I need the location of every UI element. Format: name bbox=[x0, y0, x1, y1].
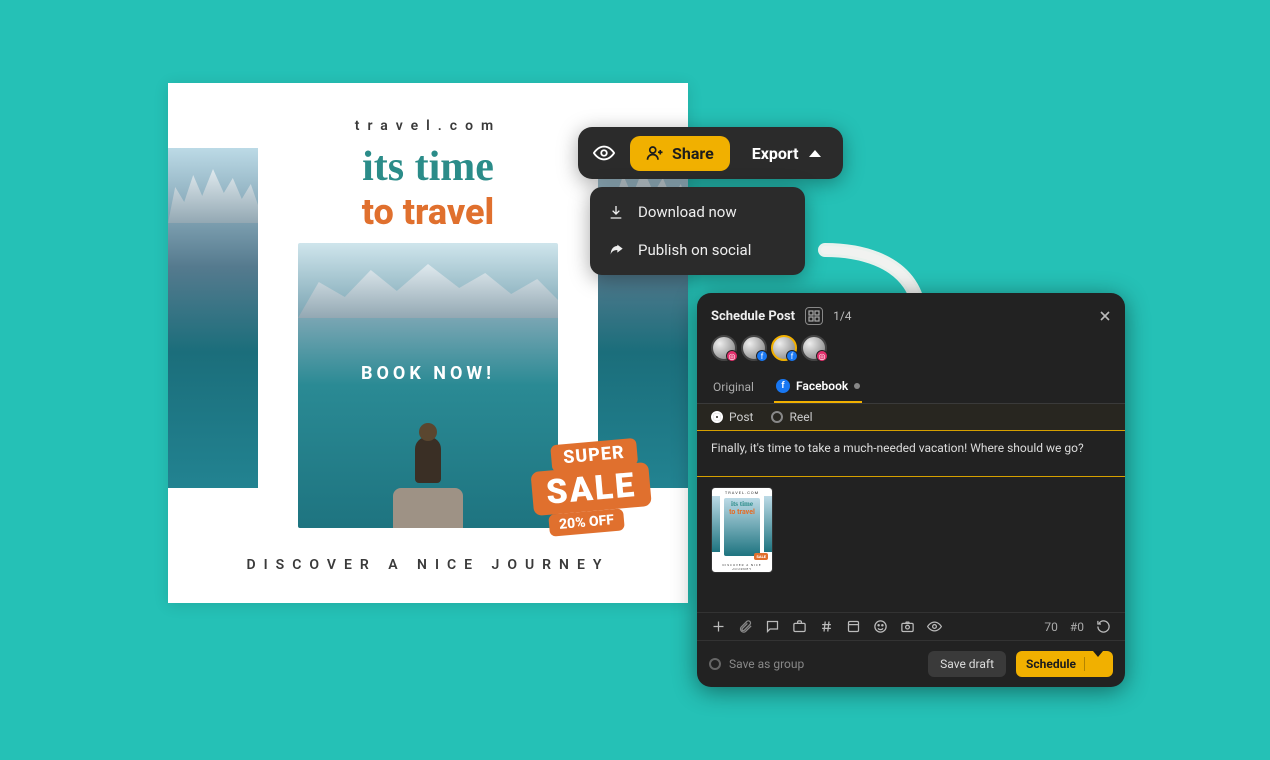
panel-page-counter: 1/4 bbox=[833, 309, 851, 323]
panel-title: Schedule Post bbox=[711, 309, 795, 324]
share-button[interactable]: Share bbox=[630, 136, 730, 171]
design-footer-text: DISCOVER A NICE JOURNEY bbox=[168, 557, 688, 573]
platform-tabs: Original f Facebook bbox=[697, 367, 1125, 404]
panel-footer: Save as group Save draft Schedule bbox=[697, 640, 1125, 687]
undo-icon bbox=[1096, 619, 1111, 634]
template-button[interactable] bbox=[846, 619, 861, 634]
download-now-label: Download now bbox=[638, 203, 737, 221]
instagram-badge-icon: ◎ bbox=[726, 350, 738, 362]
sale-badge: SUPER SALE 20% OFF bbox=[528, 437, 653, 538]
briefcase-button[interactable] bbox=[792, 619, 807, 634]
schedule-button[interactable]: Schedule bbox=[1016, 651, 1113, 677]
thumb-sale-badge: SALE bbox=[754, 553, 768, 560]
preview-toggle-button[interactable] bbox=[927, 619, 942, 634]
emoji-icon bbox=[873, 619, 888, 634]
save-as-group-label: Save as group bbox=[729, 657, 804, 671]
attach-button[interactable] bbox=[738, 619, 753, 634]
briefcase-icon bbox=[792, 619, 807, 634]
schedule-split-button[interactable] bbox=[1084, 657, 1103, 671]
hashtag-icon bbox=[819, 619, 834, 634]
share-arrow-icon bbox=[608, 242, 624, 258]
plus-icon bbox=[711, 619, 726, 634]
thumb-site-text: TRAVEL.COM bbox=[712, 490, 772, 495]
post-type-post[interactable]: Post bbox=[711, 410, 753, 424]
account-avatars: ◎ f f ◎ bbox=[697, 333, 1125, 367]
person-plus-icon bbox=[646, 144, 664, 162]
thumb-script-text: its time bbox=[712, 500, 772, 508]
facebook-badge-icon: f bbox=[756, 350, 768, 362]
save-draft-button[interactable]: Save draft bbox=[928, 651, 1006, 677]
export-dropdown: Download now Publish on social bbox=[590, 187, 805, 275]
chevron-up-icon bbox=[809, 150, 821, 157]
post-text-input[interactable]: Finally, it's time to take a much-needed… bbox=[697, 431, 1125, 477]
tab-facebook-label: Facebook bbox=[796, 379, 848, 393]
template-icon bbox=[846, 619, 861, 634]
save-draft-label: Save draft bbox=[940, 657, 994, 671]
account-avatar-3[interactable]: f bbox=[771, 335, 797, 361]
close-button[interactable] bbox=[1099, 310, 1111, 322]
top-toolbar: Share Export bbox=[578, 127, 843, 179]
tab-facebook[interactable]: f Facebook bbox=[774, 373, 862, 403]
undo-button[interactable] bbox=[1096, 619, 1111, 634]
panel-header: Schedule Post 1/4 bbox=[697, 293, 1125, 333]
eye-icon bbox=[593, 142, 615, 164]
download-icon bbox=[608, 204, 624, 220]
grid-icon bbox=[808, 310, 820, 322]
media-attachments: TRAVEL.COM its time to travel SALE DISCO… bbox=[697, 477, 1125, 612]
composer-toolbar: 70 #0 bbox=[697, 612, 1125, 640]
export-label: Export bbox=[752, 144, 799, 163]
chat-button[interactable] bbox=[765, 619, 780, 634]
char-count: 70 bbox=[1044, 620, 1058, 634]
tab-original[interactable]: Original bbox=[711, 373, 756, 403]
account-avatar-1[interactable]: ◎ bbox=[711, 335, 737, 361]
download-now-item[interactable]: Download now bbox=[590, 193, 805, 231]
schedule-label: Schedule bbox=[1026, 657, 1076, 671]
add-media-button[interactable] bbox=[711, 619, 726, 634]
radio-on-icon bbox=[711, 411, 723, 423]
hashtag-count: #0 bbox=[1070, 620, 1084, 634]
radio-off-icon bbox=[771, 411, 783, 423]
tab-original-label: Original bbox=[713, 380, 754, 394]
share-label: Share bbox=[672, 144, 714, 163]
paperclip-icon bbox=[738, 619, 753, 634]
sale-sale-text: SALE bbox=[531, 462, 652, 516]
camera-button[interactable] bbox=[900, 619, 915, 634]
save-as-group-toggle[interactable]: Save as group bbox=[709, 657, 804, 671]
instagram-badge-icon: ◎ bbox=[816, 350, 828, 362]
chevron-down-icon bbox=[1093, 651, 1103, 671]
post-type-row: Post Reel bbox=[697, 404, 1125, 431]
layout-toggle-button[interactable] bbox=[805, 307, 823, 325]
eye-icon bbox=[927, 619, 942, 634]
post-type-reel[interactable]: Reel bbox=[771, 410, 812, 424]
account-avatar-2[interactable]: f bbox=[741, 335, 767, 361]
account-avatar-4[interactable]: ◎ bbox=[801, 335, 827, 361]
export-button[interactable]: Export bbox=[738, 136, 835, 171]
thumb-footer-text: DISCOVER A NICE JOURNEY bbox=[712, 563, 772, 571]
publish-social-item[interactable]: Publish on social bbox=[590, 231, 805, 269]
publish-social-label: Publish on social bbox=[638, 241, 751, 259]
facebook-icon: f bbox=[776, 379, 790, 393]
design-main-image bbox=[298, 243, 558, 528]
post-type-post-label: Post bbox=[729, 410, 753, 424]
chat-icon bbox=[765, 619, 780, 634]
design-book-now-text: BOOK NOW! bbox=[168, 363, 688, 384]
post-type-reel-label: Reel bbox=[789, 410, 812, 424]
preview-button[interactable] bbox=[586, 135, 622, 171]
emoji-button[interactable] bbox=[873, 619, 888, 634]
media-thumbnail[interactable]: TRAVEL.COM its time to travel SALE DISCO… bbox=[711, 487, 773, 573]
thumb-main-text: to travel bbox=[712, 508, 772, 516]
facebook-badge-icon: f bbox=[786, 350, 798, 362]
tab-indicator-dot-icon bbox=[854, 383, 860, 389]
close-icon bbox=[1099, 310, 1111, 322]
schedule-post-panel: Schedule Post 1/4 ◎ f f ◎ Original f Fac… bbox=[697, 293, 1125, 687]
hashtag-button[interactable] bbox=[819, 619, 834, 634]
toggle-off-icon bbox=[709, 658, 721, 670]
camera-icon bbox=[900, 619, 915, 634]
